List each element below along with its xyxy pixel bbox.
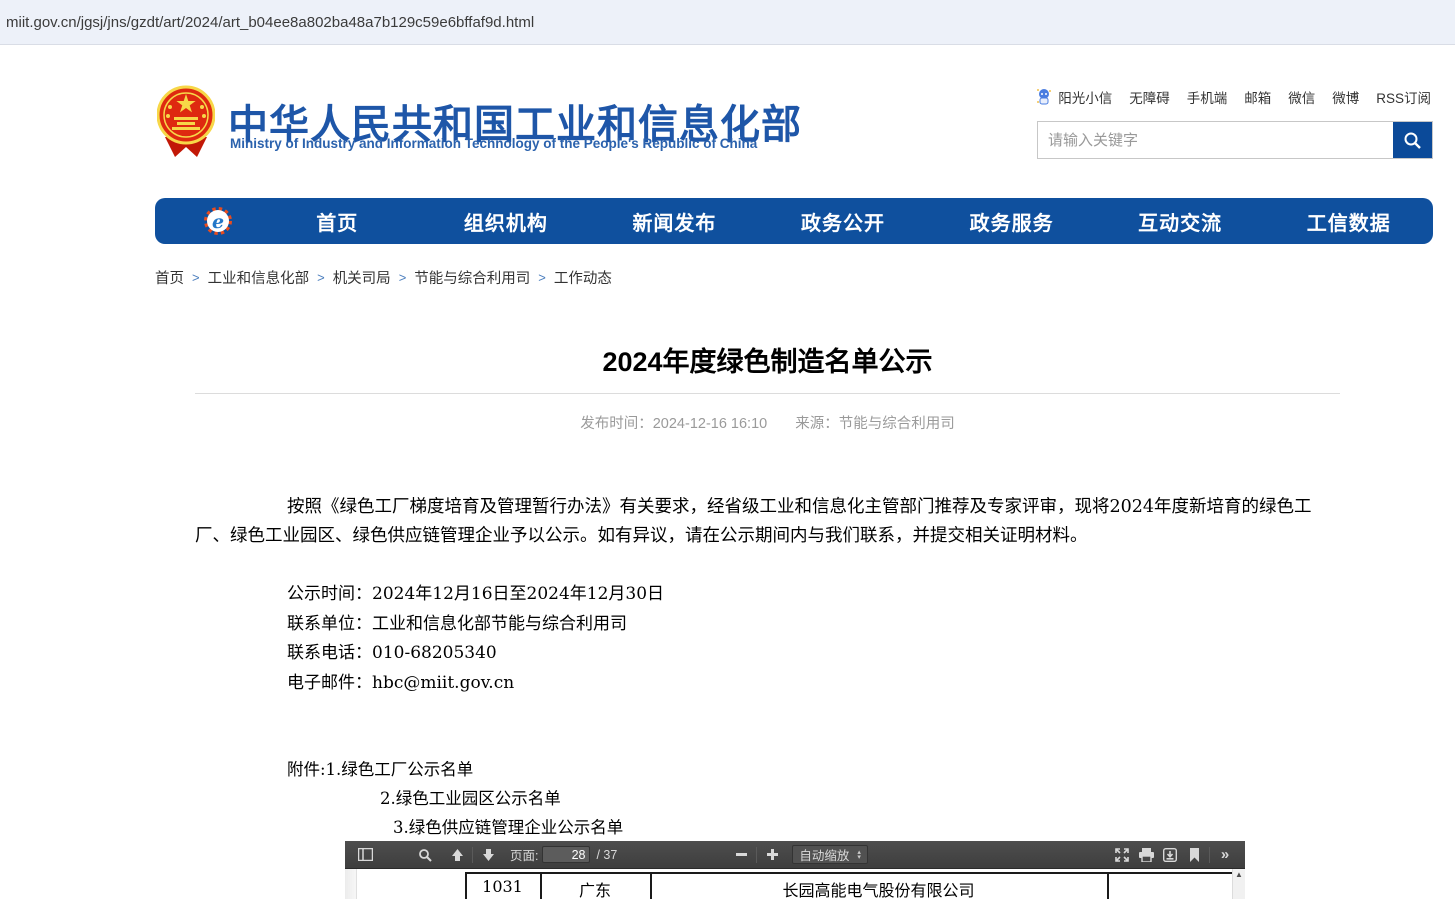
- breadcrumb-separator: >: [399, 270, 407, 285]
- pdf-toolbar-middle: 自动缩放 ▴▾: [729, 844, 868, 866]
- breadcrumb-separator: >: [538, 270, 546, 285]
- attachment-green-supply-chain[interactable]: 3.绿色供应链管理企业公示名单: [287, 813, 623, 842]
- pdf-viewer: 页面: / 37 自动缩放 ▴▾: [345, 841, 1245, 899]
- quick-link-wechat[interactable]: 微信: [1288, 87, 1315, 107]
- previous-page-icon[interactable]: [445, 844, 469, 866]
- pdf-page-content: 1031 广东 长园高能电气股份有限公司 ▲: [345, 869, 1245, 899]
- search-button[interactable]: [1393, 122, 1432, 158]
- breadcrumb-energy-dept[interactable]: 节能与综合利用司: [414, 267, 530, 288]
- quick-link-weibo[interactable]: 微博: [1332, 87, 1359, 107]
- article-source: 来源：节能与综合利用司: [795, 416, 955, 432]
- zoom-in-icon[interactable]: [760, 844, 784, 866]
- quick-link-mail[interactable]: 邮箱: [1244, 87, 1271, 107]
- article-paragraph: 按照《绿色工厂梯度培育及管理暂行办法》有关要求，经省级工业和信息化主管部门推荐及…: [195, 493, 1337, 551]
- robot-icon: [1036, 88, 1052, 106]
- national-emblem-icon: [157, 85, 215, 159]
- page: miit.gov.cn/jgsj/jns/gzdt/art/2024/art_b…: [0, 0, 1455, 899]
- info-line-contact-email: 电子邮件：hbc@miit.gov.cn: [287, 669, 664, 699]
- zoom-scale-select[interactable]: 自动缩放 ▴▾: [792, 845, 868, 864]
- breadcrumb-separator: >: [317, 270, 325, 285]
- nav-item-news[interactable]: 新闻发布: [590, 198, 759, 244]
- nav-item-organization[interactable]: 组织机构: [422, 198, 591, 244]
- pdf-left-margin: [345, 869, 357, 899]
- download-icon[interactable]: [1158, 844, 1182, 866]
- nav-item-gov-services[interactable]: 政务服务: [927, 198, 1096, 244]
- quick-link-rss[interactable]: RSS订阅: [1376, 87, 1431, 107]
- attachment-green-factory[interactable]: 附件:1.绿色工厂公示名单: [287, 755, 623, 784]
- article-title: 2024年度绿色制造名单公示: [195, 340, 1340, 379]
- publish-time: 发布时间：2024-12-16 16:10: [580, 416, 767, 432]
- pdf-table-border: [465, 872, 1232, 874]
- pdf-table-border: [1107, 873, 1109, 899]
- pdf-scrollbar[interactable]: ▲: [1232, 869, 1245, 899]
- pdf-table-cell-province: 广东: [540, 877, 650, 899]
- select-arrows-icon: ▴▾: [857, 850, 861, 860]
- bookmark-icon[interactable]: [1182, 844, 1206, 866]
- nav-items: 首页 组织机构 新闻发布 政务公开 政务服务 互动交流 工信数据: [253, 198, 1433, 244]
- breadcrumb-home[interactable]: 首页: [155, 267, 184, 288]
- pdf-table-cell-company: 长园高能电气股份有限公司: [650, 877, 1107, 899]
- article-meta: 发布时间：2024-12-16 16:10 来源：节能与综合利用司: [195, 412, 1340, 433]
- search-input[interactable]: [1038, 122, 1393, 158]
- svg-text:e: e: [212, 211, 224, 233]
- next-page-icon[interactable]: [476, 844, 500, 866]
- find-icon[interactable]: [413, 844, 437, 866]
- page-total: / 37: [596, 848, 617, 862]
- url-text[interactable]: miit.gov.cn/jgsj/jns/gzdt/art/2024/art_b…: [6, 14, 534, 31]
- nav-item-gov-disclosure[interactable]: 政务公开: [759, 198, 928, 244]
- toolbar-divider: [472, 847, 473, 863]
- info-line-publicity-period: 公示时间：2024年12月16日至2024年12月30日: [287, 580, 664, 610]
- page-label: 页面:: [510, 845, 538, 864]
- presentation-mode-icon[interactable]: [1110, 844, 1134, 866]
- breadcrumb-miit[interactable]: 工业和信息化部: [208, 267, 310, 288]
- main-nav: e 首页 组织机构 新闻发布 政务公开 政务服务 互动交流 工信数据: [155, 198, 1433, 244]
- breadcrumb-separator: >: [192, 270, 200, 285]
- site-subtitle: Ministry of Industry and Information Tec…: [230, 136, 757, 151]
- print-icon[interactable]: [1134, 844, 1158, 866]
- quick-link-accessibility[interactable]: 无障碍: [1129, 87, 1170, 107]
- breadcrumb-departments[interactable]: 机关司局: [333, 267, 391, 288]
- pdf-toolbar-left: 页面: / 37: [353, 844, 617, 866]
- nav-item-data[interactable]: 工信数据: [1264, 198, 1433, 244]
- scroll-up-icon[interactable]: ▲: [1233, 869, 1245, 881]
- info-line-contact-unit: 联系单位：工业和信息化部节能与综合利用司: [287, 610, 664, 640]
- nav-item-interaction[interactable]: 互动交流: [1096, 198, 1265, 244]
- pdf-table-cell-number: 1031: [465, 877, 540, 896]
- sidebar-toggle-icon[interactable]: [353, 844, 377, 866]
- breadcrumb: 首页 > 工业和信息化部 > 机关司局 > 节能与综合利用司 > 工作动态: [155, 267, 612, 288]
- info-line-contact-phone: 联系电话：010-68205340: [287, 639, 664, 669]
- nav-item-home[interactable]: 首页: [253, 198, 422, 244]
- browser-url-bar[interactable]: miit.gov.cn/jgsj/jns/gzdt/art/2024/art_b…: [0, 0, 1455, 45]
- more-tools-icon[interactable]: »: [1213, 844, 1237, 866]
- quick-links: 阳光小信 无障碍 手机端 邮箱 微信 微博 RSS订阅: [1036, 87, 1431, 107]
- page-number-input[interactable]: [542, 846, 590, 863]
- pdf-toolbar: 页面: / 37 自动缩放 ▴▾: [345, 841, 1245, 869]
- search-icon: [1403, 131, 1422, 150]
- toolbar-divider: [1209, 847, 1210, 863]
- title-divider: [195, 393, 1340, 394]
- attachment-green-park[interactable]: 2.绿色工业园区公示名单: [287, 784, 623, 813]
- quick-link-mobile[interactable]: 手机端: [1187, 87, 1228, 107]
- miit-logo-icon: e: [203, 206, 233, 236]
- article-info-lines: 公示时间：2024年12月16日至2024年12月30日 联系单位：工业和信息化…: [287, 580, 664, 699]
- quick-link-yangguangxiaoxin[interactable]: 阳光小信: [1058, 87, 1112, 107]
- pdf-toolbar-right: »: [1110, 844, 1237, 866]
- toolbar-divider: [756, 847, 757, 863]
- search-box: [1037, 121, 1433, 159]
- zoom-out-icon[interactable]: [729, 844, 753, 866]
- breadcrumb-work-updates[interactable]: 工作动态: [554, 267, 612, 288]
- zoom-scale-value: 自动缩放: [799, 845, 849, 864]
- attachment-list: 附件:1.绿色工厂公示名单 2.绿色工业园区公示名单 3.绿色供应链管理企业公示…: [287, 755, 623, 842]
